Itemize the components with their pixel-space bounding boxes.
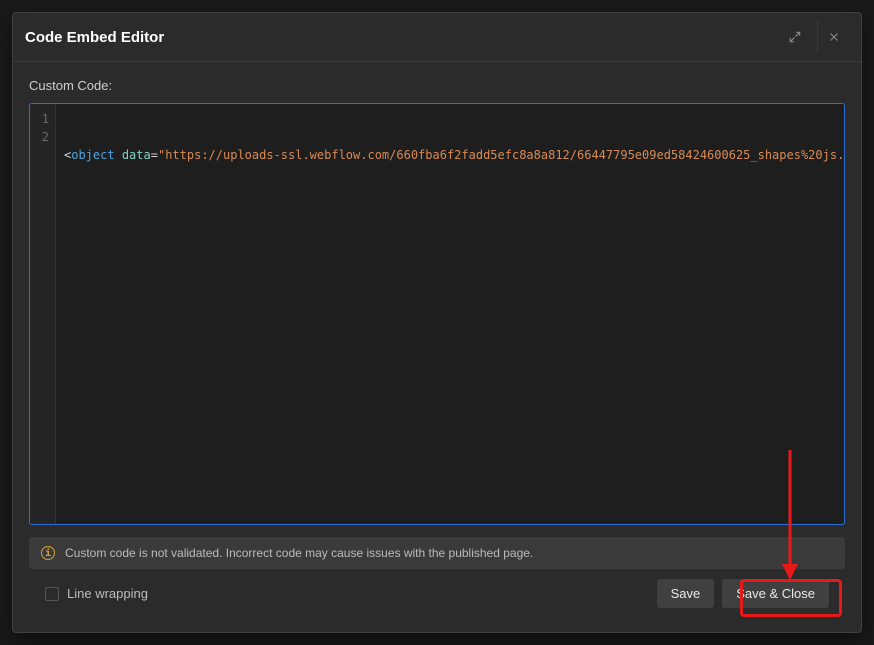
modal-title: Code Embed Editor	[25, 29, 164, 46]
editor-content[interactable]: <object data="https://uploads-ssl.webflo…	[56, 104, 844, 524]
modal-header: Code Embed Editor	[13, 13, 861, 62]
save-button[interactable]: Save	[657, 579, 715, 608]
warning-bar: i Custom code is not validated. Incorrec…	[29, 537, 845, 569]
code-embed-modal: Code Embed Editor Custom Code: 1 2 <obje…	[12, 12, 862, 633]
checkbox-box[interactable]	[45, 587, 59, 601]
modal-footer: Line wrapping Save Save & Close	[29, 569, 845, 622]
editor-gutter: 1 2	[30, 104, 56, 524]
footer-buttons: Save Save & Close	[657, 579, 829, 608]
code-line: <object data="https://uploads-ssl.webflo…	[64, 146, 836, 164]
line-number: 2	[34, 128, 49, 146]
header-controls	[779, 21, 849, 53]
expand-icon[interactable]	[779, 21, 811, 53]
code-editor[interactable]: 1 2 <object data="https://uploads-ssl.we…	[29, 103, 845, 525]
editor-label: Custom Code:	[29, 78, 845, 93]
info-icon: i	[41, 546, 55, 560]
modal-body: Custom Code: 1 2 <object data="https://u…	[13, 62, 861, 632]
save-close-button[interactable]: Save & Close	[722, 579, 829, 608]
line-number: 1	[34, 110, 49, 128]
close-icon[interactable]	[817, 21, 849, 53]
warning-text: Custom code is not validated. Incorrect …	[65, 546, 533, 560]
line-wrapping-checkbox[interactable]: Line wrapping	[45, 586, 148, 601]
code-line	[64, 200, 836, 218]
checkbox-label: Line wrapping	[67, 586, 148, 601]
